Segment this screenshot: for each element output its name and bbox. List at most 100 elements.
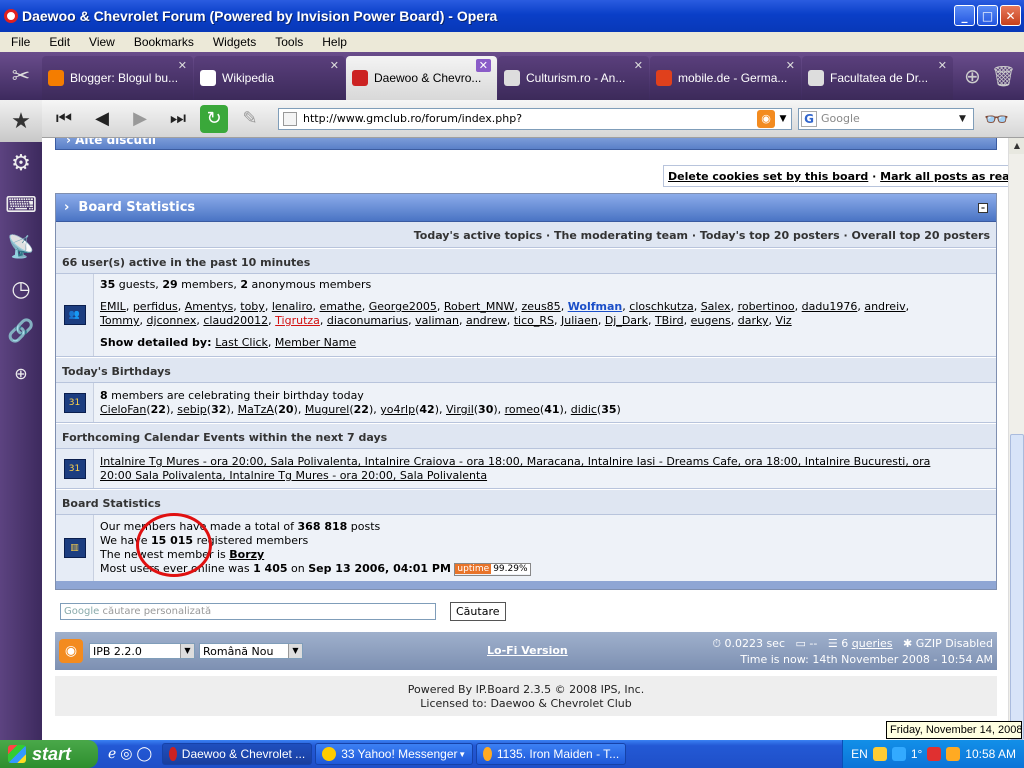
network-tray-icon[interactable] [891, 747, 906, 761]
fast-forward-icon[interactable]: ⏭ [162, 105, 194, 133]
minimize-button[interactable]: _ [954, 5, 975, 26]
rss-icon[interactable]: ◉ [59, 639, 83, 663]
bookmarks-star-icon[interactable]: ★ [0, 100, 42, 142]
menu-help[interactable]: Help [311, 35, 355, 49]
tab-close-icon[interactable]: ✕ [938, 59, 947, 72]
task-winamp[interactable]: 1135. Iron Maiden - T... [476, 743, 627, 765]
member-link[interactable]: Tigrutza [275, 314, 320, 327]
search-button[interactable]: Căutare [450, 602, 506, 621]
task-opera[interactable]: Daewoo & Chevrolet ... [162, 743, 313, 765]
rewind-icon[interactable]: ⏮ [48, 105, 80, 133]
member-link[interactable]: diaconumarius [327, 314, 408, 327]
opera-icon[interactable]: ◯ [137, 746, 153, 762]
member-link[interactable]: valiman [415, 314, 459, 327]
satellite-icon[interactable]: 📡 [0, 226, 42, 268]
member-link[interactable]: darky [738, 314, 769, 327]
member-link[interactable]: Viz [776, 314, 792, 327]
tab-close-icon[interactable]: ✕ [330, 59, 339, 72]
trash-icon[interactable]: 🗑 [991, 64, 1016, 88]
menu-edit[interactable]: Edit [38, 35, 78, 49]
media-icon[interactable]: ◎ [120, 746, 132, 762]
tab-blogger[interactable]: Blogger: Blogul bu... ✕ [42, 56, 193, 100]
add-panel-icon[interactable]: ⊕ [0, 352, 42, 394]
scroll-thumb[interactable] [1010, 434, 1024, 740]
menu-view[interactable]: View [78, 35, 123, 49]
menu-widgets[interactable]: Widgets [202, 35, 264, 49]
new-tab-icon[interactable]: ⊕ [964, 64, 981, 88]
tab-close-icon[interactable]: ✕ [475, 59, 491, 72]
menu-bookmarks[interactable]: Bookmarks [123, 35, 202, 49]
member-link[interactable]: robertinoo [738, 300, 795, 313]
collapse-icon[interactable]: – [978, 202, 988, 213]
glasses-icon[interactable]: 👓 [984, 107, 1009, 131]
messenger-tray-icon[interactable] [872, 747, 887, 761]
member-link[interactable]: EMIL [100, 300, 126, 313]
member-link[interactable]: djconnex [147, 314, 197, 327]
edit-icon[interactable]: ✎ [234, 105, 266, 133]
ie-icon[interactable]: ℯ [108, 746, 116, 762]
keyboard-icon[interactable]: ⌨ [0, 184, 42, 226]
member-link[interactable]: eugens [691, 314, 731, 327]
member-link[interactable]: TBird [655, 314, 684, 327]
member-link[interactable]: tico_RS [514, 314, 554, 327]
member-link[interactable]: dadu1976 [802, 300, 858, 313]
member-link[interactable]: Robert_MNW [444, 300, 515, 313]
birthday-member-link[interactable]: yo4rlp [380, 403, 415, 416]
close-button[interactable]: ✕ [1000, 5, 1021, 26]
scroll-up-icon[interactable]: ▲ [1009, 138, 1024, 154]
link-icon[interactable]: 🔗 [0, 310, 42, 352]
tab-close-icon[interactable]: ✕ [786, 59, 795, 72]
clock-icon[interactable]: ◷ [0, 268, 42, 310]
member-link[interactable]: Juliaen [561, 314, 598, 327]
tab-culturism[interactable]: Culturism.ro - An... ✕ [498, 56, 649, 100]
newest-member-link[interactable]: Borzy [229, 548, 264, 561]
task-yahoo[interactable]: 33 Yahoo! Messenger ▼ [315, 743, 474, 765]
chevron-down-icon[interactable]: ▼ [775, 114, 791, 124]
member-name-link[interactable]: Member Name [275, 336, 356, 349]
delete-cookies-link[interactable]: Delete cookies set by this board [668, 170, 868, 183]
birthday-member-link[interactable]: CieloFan [100, 403, 146, 416]
reload-icon[interactable]: ↻ [200, 104, 228, 133]
member-link[interactable]: claud20012 [203, 314, 268, 327]
tab-forum[interactable]: Daewoo & Chevro... ✕ [346, 56, 497, 100]
rss-icon[interactable]: ◉ [757, 109, 775, 128]
member-link[interactable]: Wolfman [568, 300, 623, 313]
forward-icon[interactable]: ▶ [124, 105, 156, 133]
birthday-member-link[interactable]: romeo [505, 403, 540, 416]
mark-read-link[interactable]: Mark all posts as read [880, 170, 1008, 183]
member-link[interactable]: closchkutza [629, 300, 693, 313]
member-link[interactable]: andreiv [864, 300, 905, 313]
queries-link[interactable]: queries [852, 637, 893, 650]
member-link[interactable]: zeus85 [521, 300, 560, 313]
tab-facultatea[interactable]: Facultatea de Dr... ✕ [802, 56, 953, 100]
member-link[interactable]: toby [240, 300, 265, 313]
clock[interactable]: 10:58 AM [965, 747, 1016, 761]
search-field[interactable]: G Google ▼ [798, 107, 974, 130]
member-link[interactable]: Salex [701, 300, 731, 313]
language-indicator[interactable]: EN [851, 747, 868, 761]
birthday-member-link[interactable]: MaTzA [238, 403, 274, 416]
member-link[interactable]: andrew [466, 314, 507, 327]
member-link[interactable]: Tommy [100, 314, 140, 327]
vertical-scrollbar[interactable]: ▲ [1008, 138, 1024, 740]
birthday-member-link[interactable]: Mugurel [305, 403, 350, 416]
member-link[interactable]: perfidus [133, 300, 178, 313]
last-click-link[interactable]: Last Click [215, 336, 268, 349]
gear-icon[interactable]: ⚙ [0, 142, 42, 184]
tools-icon[interactable]: ✂ [0, 52, 42, 100]
member-link[interactable]: Amentys [185, 300, 234, 313]
menu-tools[interactable]: Tools [264, 35, 311, 49]
birthday-member-link[interactable]: didic [571, 403, 597, 416]
top-links[interactable]: Today's active topics · The moderating t… [56, 222, 996, 248]
tab-close-icon[interactable]: ✕ [178, 59, 187, 72]
language-select[interactable]: Română Nou ▼ [199, 643, 303, 659]
lofi-link[interactable]: Lo-Fi Version [487, 644, 568, 657]
address-field[interactable]: http://www.gmclub.ro/forum/index.php? ◉ … [278, 107, 792, 130]
antivirus-tray-icon[interactable] [927, 747, 942, 761]
member-link[interactable]: lenaliro [272, 300, 313, 313]
start-button[interactable]: start [0, 740, 98, 768]
birthday-member-link[interactable]: sebip [177, 403, 207, 416]
member-link[interactable]: George2005 [369, 300, 437, 313]
back-icon[interactable]: ◀ [86, 105, 118, 133]
skin-select[interactable]: IPB 2.2.0 ▼ [89, 643, 195, 659]
